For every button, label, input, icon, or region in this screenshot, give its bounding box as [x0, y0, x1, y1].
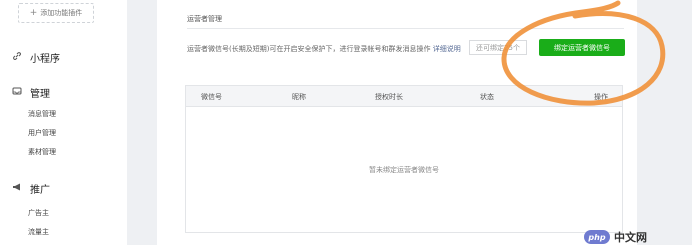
- hand-drawn-circle-annotation: [501, 0, 666, 106]
- watermark-text: 中文网: [614, 231, 647, 244]
- php-logo: php: [584, 230, 610, 244]
- watermark: php 中文网: [584, 229, 647, 245]
